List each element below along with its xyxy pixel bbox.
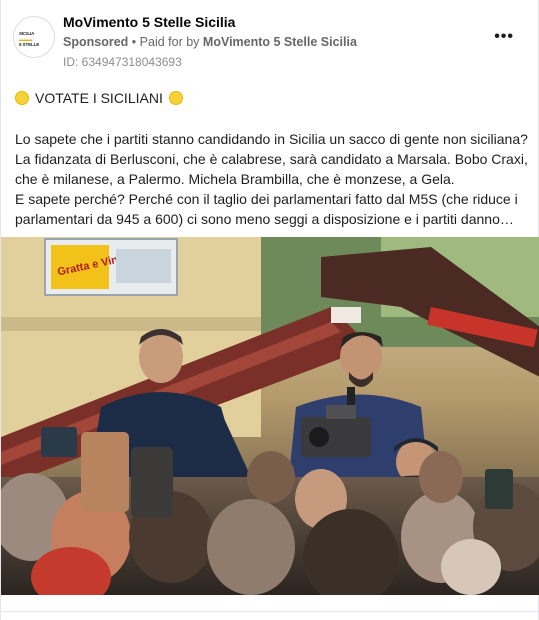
post-body: Lo sapete che i partiti stanno candidand… [15,129,528,229]
sponsored-label: Sponsored [63,35,129,49]
meta-separator: • [131,35,137,49]
avatar-logo-text: SICILIA ▬▬▬ 5 STELLE [19,31,40,47]
body-paragraph: Lo sapete che i partiti stanno candidand… [15,131,528,147]
body-paragraph: La fidanzata di Berlusconi, che è calabr… [15,151,528,187]
footer-divider [1,611,539,612]
yellow-circle-icon [168,91,183,105]
body-paragraph: E sapete perché? Perché con il taglio de… [15,191,518,227]
payer-name[interactable]: MoVimento 5 Stelle Sicilia [203,35,357,49]
ad-id: ID: 634947318043693 [63,55,182,69]
sponsored-line: Sponsored • Paid for by MoVimento 5 Stel… [63,35,357,49]
post-header: SICILIA ▬▬▬ 5 STELLE MoVimento 5 Stelle … [13,14,526,70]
headline-text: VOTATE I SICILIANI [35,90,163,106]
post-photo[interactable]: Gratta e Vinci [1,237,539,595]
post-headline: VOTATE I SICILIANI [15,90,183,106]
more-horizontal-icon[interactable]: ••• [494,28,514,46]
yellow-circle-icon [15,91,29,105]
page-avatar[interactable]: SICILIA ▬▬▬ 5 STELLE [13,16,55,58]
paid-for-label: Paid for by [139,35,200,49]
ad-post-card: SICILIA ▬▬▬ 5 STELLE MoVimento 5 Stelle … [0,0,539,620]
page-name[interactable]: MoVimento 5 Stelle Sicilia [63,14,235,30]
